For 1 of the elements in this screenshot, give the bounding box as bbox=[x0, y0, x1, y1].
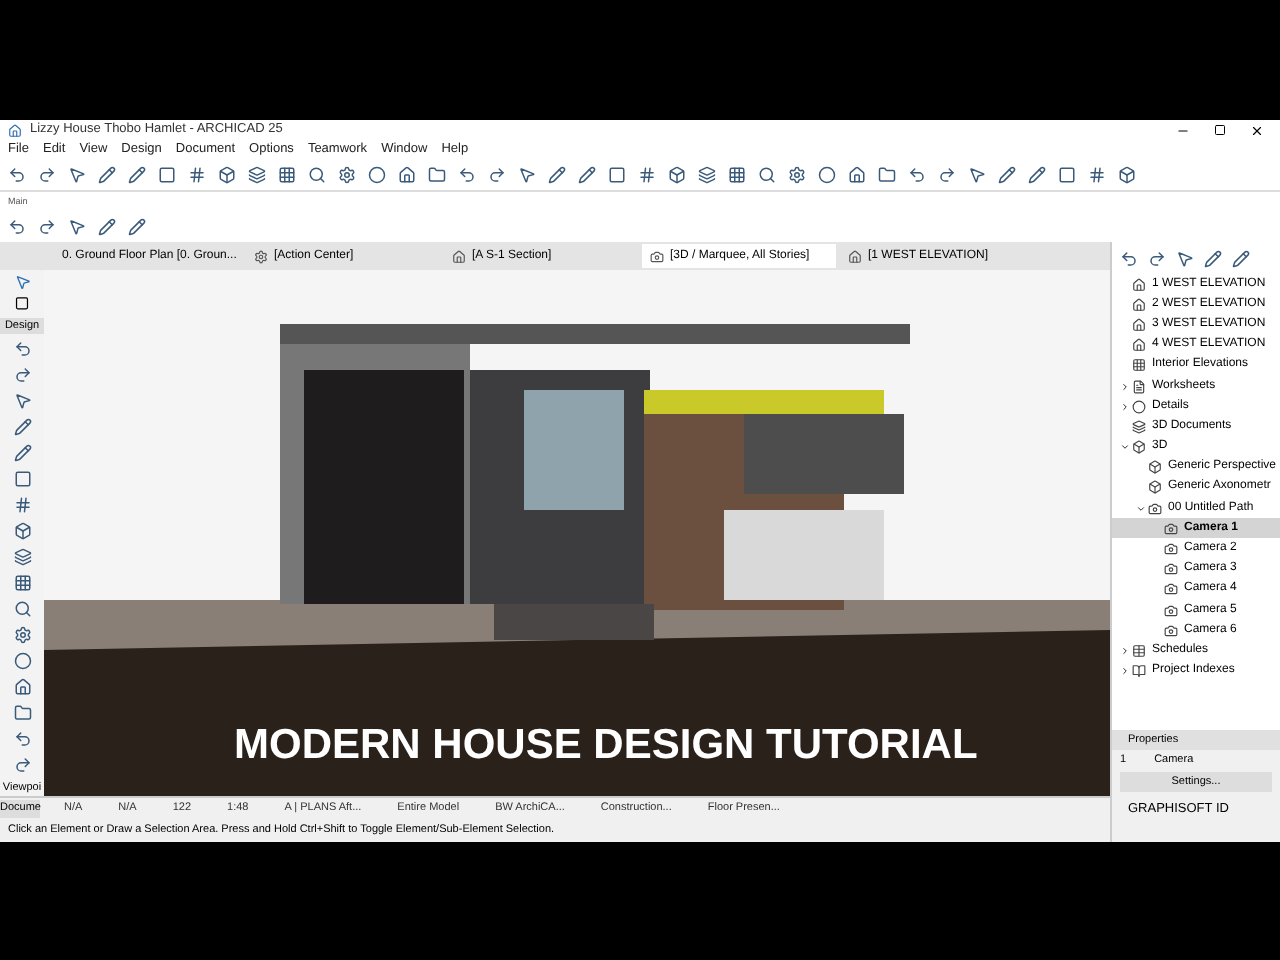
video-caption: MODERN HOUSE DESIGN TUTORIAL bbox=[234, 720, 978, 772]
